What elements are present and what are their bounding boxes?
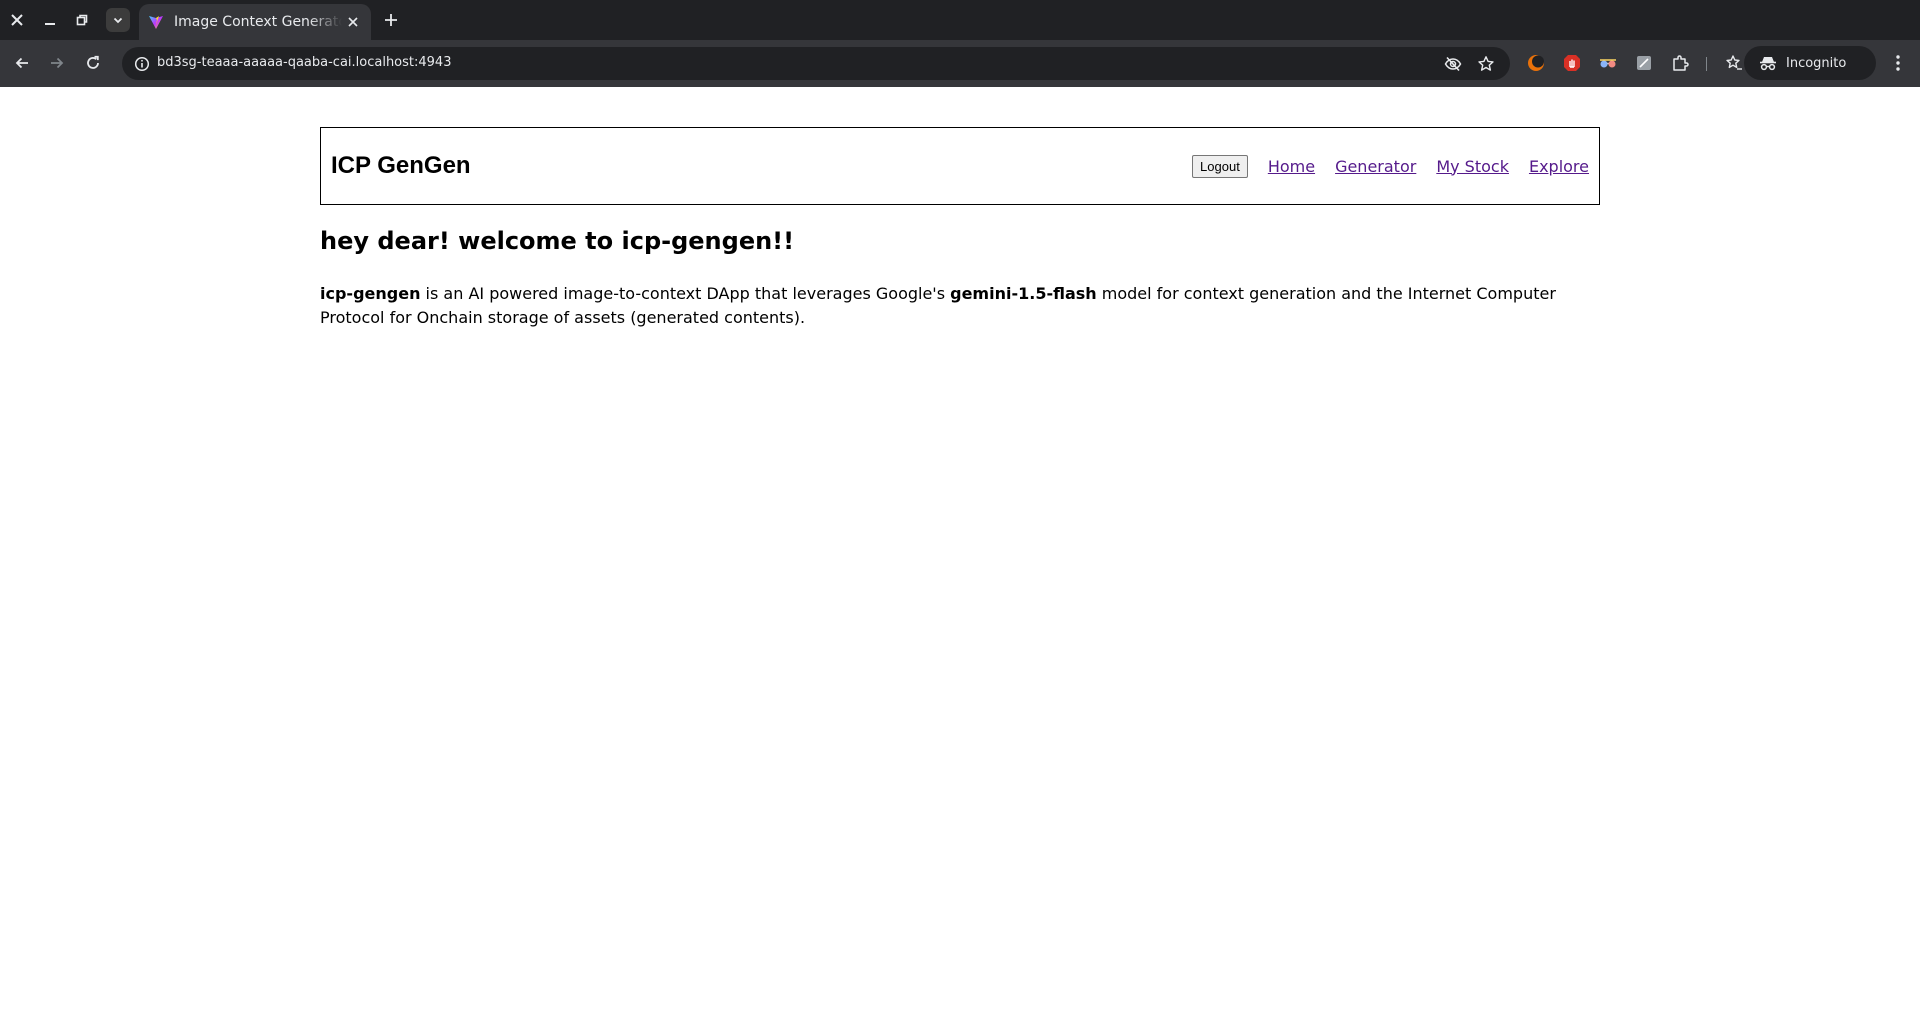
back-arrow-icon[interactable] [10,51,34,75]
intro-app-name: icp-gengen [320,284,421,303]
extension-glasses-icon[interactable] [1597,52,1619,74]
incognito-label: Incognito [1786,55,1847,71]
kebab-menu-icon[interactable] [1886,51,1910,75]
browser-toolbar: bd3sg-teaaa-aaaaa-qaaba-cai.localhost:49… [0,40,1920,87]
new-tab-plus-icon[interactable] [379,8,403,32]
reload-icon[interactable] [81,51,105,75]
browser-tab-active[interactable]: Image Context Generator [139,4,371,40]
extension-orange-moon-icon[interactable] [1525,52,1547,74]
bookmark-star-icon[interactable] [1474,52,1498,76]
incognito-indicator[interactable]: Incognito [1744,46,1876,80]
site-header: ICP GenGen Logout Home Generator My Stoc… [320,127,1600,205]
toolbar-divider [1706,57,1707,71]
logout-button[interactable]: Logout [1192,154,1248,178]
site-title: ICP GenGen [331,152,471,179]
extensions-puzzle-icon[interactable] [1669,52,1691,74]
site-info-icon[interactable] [130,52,154,76]
tab-search-chevron-icon[interactable] [106,8,130,32]
tab-close-icon[interactable] [345,14,361,30]
welcome-heading: hey dear! welcome to icp-gengen!! [320,227,795,255]
bookmarks-star-list-icon[interactable] [1723,52,1745,74]
address-bar[interactable]: bd3sg-teaaa-aaaaa-qaaba-cai.localhost:49… [122,47,1510,80]
forward-arrow-icon[interactable] [45,51,69,75]
nav-link-my-stock[interactable]: My Stock [1436,157,1509,176]
extension-red-hand-icon[interactable] [1561,52,1583,74]
gradient-favicon-icon [148,14,164,30]
nav-link-explore[interactable]: Explore [1529,157,1589,176]
extension-gray-square-icon[interactable] [1633,52,1655,74]
nav-link-home[interactable]: Home [1268,157,1315,176]
site-nav: Logout Home Generator My Stock Explore [1192,154,1589,178]
close-window-icon[interactable] [5,8,29,32]
nav-link-generator[interactable]: Generator [1335,157,1416,176]
url-text: bd3sg-teaaa-aaaaa-qaaba-cai.localhost:49… [157,55,452,70]
minimize-window-icon[interactable] [38,8,62,32]
page-viewport: ICP GenGen Logout Home Generator My Stoc… [0,87,1920,1016]
intro-text-1: is an AI powered image-to-context DApp t… [420,284,951,303]
browser-tabstrip: Image Context Generator [0,0,1920,40]
intro-model-name: gemini-1.5-flash [950,284,1097,303]
eye-slash-icon[interactable] [1441,52,1465,76]
restore-window-icon[interactable] [70,8,94,32]
tab-title: Image Context Generator [174,14,342,30]
incognito-icon [1758,53,1778,73]
intro-paragraph: icp-gengen is an AI powered image-to-con… [320,282,1600,330]
